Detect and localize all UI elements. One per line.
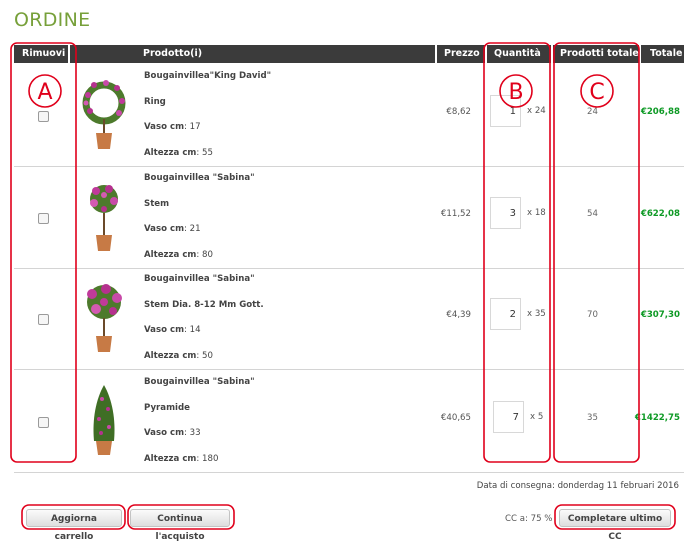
annotation-continue-button: [127, 504, 235, 530]
annotation-label-b: B: [508, 80, 523, 105]
annotation-label-c: C: [589, 80, 604, 105]
annotation-box-b: [483, 42, 551, 463]
annotation-overlay: A B C: [10, 42, 676, 530]
annotation-box-c: [553, 42, 640, 463]
annotation-label-a: A: [37, 80, 52, 105]
annotation-box-a: [10, 42, 77, 463]
annotation-update-button: [21, 504, 126, 530]
annotation-complete-button: [554, 504, 676, 530]
